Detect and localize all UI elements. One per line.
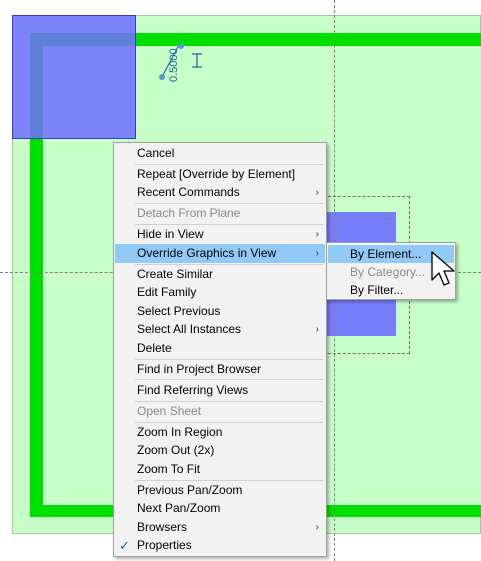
menu-item-label: Previous Pan/Zoom	[137, 483, 243, 497]
chevron-right-icon: ›	[315, 324, 319, 335]
menu-item-label: Cancel	[137, 146, 175, 160]
menu-item-find-in-project-browser[interactable]: Find in Project Browser	[115, 360, 325, 379]
mouse-pointer-icon	[431, 251, 455, 286]
dimension-annotation[interactable]	[150, 40, 210, 85]
menu-item-browsers[interactable]: Browsers ›	[115, 518, 325, 537]
menu-item-recent-commands[interactable]: Recent Commands ›	[115, 183, 325, 202]
menu-item-label: Find in Project Browser	[137, 362, 262, 376]
menu-item-next-pan-zoom[interactable]: Next Pan/Zoom	[115, 499, 325, 518]
menu-item-label: Open Sheet	[137, 404, 202, 418]
submenu-item-label: By Filter...	[350, 283, 404, 297]
menu-item-hide-in-view[interactable]: Hide in View ›	[115, 225, 325, 244]
menu-item-properties[interactable]: ✓ Properties	[115, 536, 325, 555]
menu-item-label: Recent Commands	[137, 185, 240, 199]
chevron-right-icon: ›	[315, 187, 319, 198]
context-menu: Cancel Repeat [Override by Element] Rece…	[113, 142, 327, 557]
menu-item-label: Edit Family	[137, 285, 197, 299]
menu-item-label: Zoom In Region	[137, 425, 223, 439]
menu-item-label: Detach From Plane	[137, 206, 241, 220]
menu-item-open-sheet: Open Sheet	[115, 402, 325, 421]
menu-item-label: Browsers	[137, 520, 188, 534]
dimension-value[interactable]: 0.5000	[168, 48, 180, 82]
menu-item-label: Select All Instances	[137, 322, 242, 336]
menu-item-cancel[interactable]: Cancel	[115, 144, 325, 163]
submenu-item-label: By Element...	[350, 247, 422, 261]
menu-item-select-previous[interactable]: Select Previous	[115, 302, 325, 321]
menu-item-label: Zoom Out (2x)	[137, 443, 215, 457]
menu-separator	[135, 379, 323, 380]
menu-item-label: Create Similar	[137, 267, 214, 281]
menu-item-repeat[interactable]: Repeat [Override by Element]	[115, 165, 325, 184]
menu-item-label: Hide in View	[137, 227, 204, 241]
menu-item-delete[interactable]: Delete	[115, 339, 325, 358]
chevron-right-icon: ›	[315, 522, 319, 533]
menu-item-label: Override Graphics in View	[137, 246, 277, 260]
menu-item-label: Delete	[137, 341, 172, 355]
menu-item-create-similar[interactable]: Create Similar	[115, 265, 325, 284]
menu-item-label: Properties	[137, 538, 192, 552]
menu-item-previous-pan-zoom[interactable]: Previous Pan/Zoom	[115, 481, 325, 500]
menu-item-select-all-instances[interactable]: Select All Instances ›	[115, 320, 325, 339]
menu-item-override-graphics[interactable]: Override Graphics in View ›	[115, 244, 325, 263]
menu-item-detach-from-plane: Detach From Plane	[115, 204, 325, 223]
menu-item-label: Zoom To Fit	[137, 462, 201, 476]
menu-item-find-referring-views[interactable]: Find Referring Views	[115, 381, 325, 400]
checkmark-icon: ✓	[119, 538, 130, 553]
selected-element-large[interactable]	[12, 15, 136, 139]
chevron-right-icon: ›	[315, 248, 319, 259]
chevron-right-icon: ›	[315, 229, 319, 240]
menu-item-label: Repeat [Override by Element]	[137, 167, 296, 181]
menu-item-zoom-to-fit[interactable]: Zoom To Fit	[115, 460, 325, 479]
menu-item-label: Find Referring Views	[137, 383, 249, 397]
menu-item-label: Next Pan/Zoom	[137, 501, 221, 515]
menu-item-zoom-out[interactable]: Zoom Out (2x)	[115, 441, 325, 460]
menu-item-label: Select Previous	[137, 304, 221, 318]
submenu-item-label: By Category...	[350, 265, 426, 279]
menu-item-zoom-in-region[interactable]: Zoom In Region	[115, 423, 325, 442]
menu-item-edit-family[interactable]: Edit Family	[115, 283, 325, 302]
